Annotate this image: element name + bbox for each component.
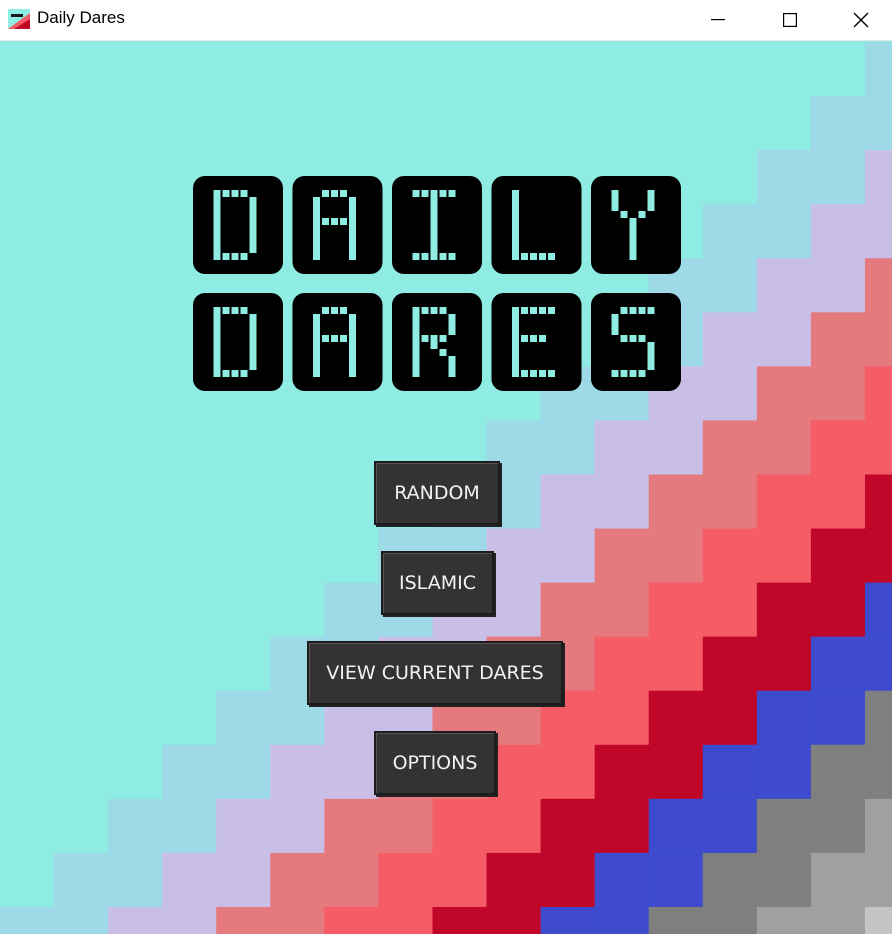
- logo-letter-tile: [392, 176, 482, 274]
- view-current-dares-button[interactable]: VIEW CURRENT DARES: [307, 641, 563, 705]
- logo-letter-tile: [491, 293, 582, 391]
- logo-letter-tile: [591, 176, 681, 274]
- maximize-icon: [783, 13, 797, 27]
- islamic-button-label: ISLAMIC: [399, 572, 476, 594]
- islamic-button[interactable]: ISLAMIC: [381, 551, 494, 615]
- logo-letter-tile: [292, 176, 383, 274]
- options-button[interactable]: OPTIONS: [374, 731, 496, 795]
- options-button-label: OPTIONS: [392, 752, 478, 774]
- view-current-dares-button-label: VIEW CURRENT DARES: [326, 662, 544, 684]
- maximize-button[interactable]: [755, 0, 825, 40]
- minimize-button[interactable]: [683, 0, 753, 40]
- window-titlebar: Daily Dares: [0, 0, 892, 41]
- logo-letter-tile: [193, 293, 283, 391]
- minimize-icon: [711, 19, 725, 21]
- random-button[interactable]: RANDOM: [374, 461, 500, 525]
- close-icon: [853, 12, 869, 28]
- logo-letter-tile: [392, 293, 482, 391]
- logo-letter-tile: [292, 293, 383, 391]
- close-button[interactable]: [826, 0, 892, 40]
- logo-letter-tile: [591, 293, 681, 391]
- logo-letter-tile: [193, 176, 283, 274]
- window-title: Daily Dares: [37, 8, 125, 27]
- game-canvas: RANDOM ISLAMIC VIEW CURRENT DARES OPTION…: [0, 42, 892, 934]
- logo-letter-tile: [491, 176, 582, 274]
- random-button-label: RANDOM: [394, 482, 480, 504]
- app-icon: [8, 9, 30, 29]
